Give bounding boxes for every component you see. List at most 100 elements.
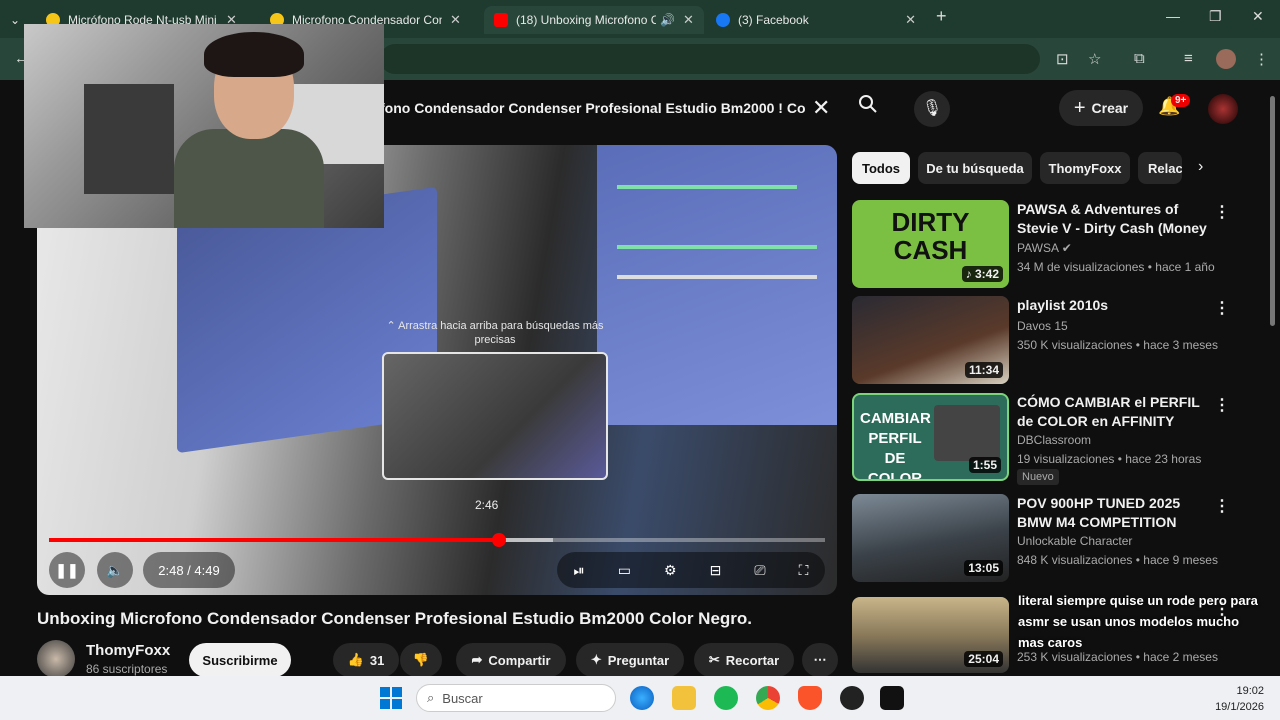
facebook-icon — [716, 13, 730, 27]
video-thumbnail[interactable]: DIRTY CASH ♪ 3:42 — [852, 200, 1009, 288]
cast-icon[interactable]: ⎚ — [754, 562, 765, 579]
scrubber-handle[interactable] — [492, 533, 507, 547]
close-icon[interactable]: ✕ — [683, 12, 694, 28]
more-options-icon[interactable]: ⋮ — [1214, 395, 1230, 415]
thumbnail-dialog-graphic — [934, 405, 1000, 461]
app-icon[interactable] — [840, 686, 864, 710]
search-input[interactable]: fono Condensador Condenser Profesional E… — [380, 100, 808, 116]
windows-logo-pane — [380, 687, 390, 697]
taskbar-search[interactable]: ⌕ Buscar — [416, 684, 616, 712]
video-thumbnail[interactable]: 25:04 — [852, 597, 1009, 673]
scrollbar-thumb[interactable] — [1270, 96, 1275, 326]
profile-avatar[interactable] — [1216, 49, 1236, 69]
video-title[interactable]: PAWSA & Adventures of Stevie V - Dirty C… — [1017, 200, 1217, 238]
more-options-icon[interactable]: ⋮ — [1214, 202, 1230, 222]
settings-gear-icon[interactable]: ⚙ — [664, 562, 677, 579]
recommended-video[interactable]: 13:05 POV 900HP TUNED 2025 BMW M4 COMPET… — [852, 494, 1252, 582]
bookmark-star-icon[interactable]: ☆ — [1088, 50, 1101, 68]
chip-thomyfoxx[interactable]: ThomyFoxx — [1040, 152, 1130, 184]
notifications-badge: 9+ — [1171, 94, 1191, 107]
share-button[interactable]: ➦ Compartir — [456, 643, 566, 677]
file-explorer-icon[interactable] — [672, 686, 696, 710]
pause-icon: ❚❚ — [55, 561, 79, 578]
clip-button[interactable]: ✂ Recortar — [694, 643, 794, 677]
channel-name[interactable]: DBClassroom — [1017, 433, 1091, 447]
tab-unboxing-video[interactable]: (18) Unboxing Microfono C 🔊 ✕ — [484, 6, 704, 34]
page-scrollbar[interactable] — [1268, 86, 1276, 670]
recommended-video[interactable]: DIRTY CASH ♪ 3:42 PAWSA & Adventures of … — [852, 200, 1252, 288]
channel-name[interactable]: ThomyFoxx — [86, 642, 170, 659]
extensions-icon[interactable]: ⧉ — [1134, 50, 1145, 67]
more-menu-icon[interactable]: ⋮ — [1254, 50, 1269, 68]
address-bar[interactable] — [380, 44, 1040, 74]
recommended-video[interactable]: 11:34 playlist 2010s Davos 15 350 K visu… — [852, 296, 1252, 384]
speaker-icon[interactable]: 🔊 — [660, 13, 675, 27]
video-title[interactable]: POV 900HP TUNED 2025 BMW M4 COMPETITION … — [1017, 494, 1217, 532]
mute-button[interactable]: 🔈 — [97, 552, 133, 588]
thumbnail-text: DIRTY CASH — [891, 207, 970, 265]
video-title[interactable]: CÓMO CAMBIAR el PERFIL de COLOR en AFFIN… — [1017, 393, 1217, 431]
duration-text: 3:42 — [974, 267, 999, 281]
video-thumbnail[interactable]: 13:05 — [852, 494, 1009, 582]
chip-relacionado[interactable]: Relac — [1138, 152, 1182, 184]
close-icon[interactable]: ✕ — [905, 12, 916, 28]
clear-search-icon[interactable]: ✕ — [812, 95, 830, 121]
install-app-icon[interactable]: ⊡ — [1056, 50, 1069, 68]
tiktok-icon[interactable] — [880, 686, 904, 710]
minimize-button[interactable]: — — [1166, 8, 1180, 24]
search-button[interactable] — [852, 92, 884, 124]
brave-icon[interactable] — [798, 686, 822, 710]
channel-avatar[interactable] — [37, 640, 75, 678]
channel-name[interactable]: PAWSA ✔ — [1017, 241, 1072, 255]
chrome-icon[interactable] — [756, 686, 780, 710]
plus-icon: + — [1073, 96, 1086, 119]
recommended-video[interactable]: CAMBIAR PERFIL DE COLOR 1:55 CÓMO CAMBIA… — [852, 393, 1252, 485]
tab-facebook[interactable]: (3) Facebook ✕ — [706, 6, 926, 34]
ask-label: Preguntar — [607, 652, 670, 668]
more-actions-button[interactable]: ⋯ — [802, 643, 838, 677]
chevron-right-icon[interactable]: › — [1198, 158, 1203, 176]
search-box[interactable]: fono Condensador Condenser Profesional E… — [380, 90, 840, 126]
media-controls-icon[interactable]: ≡ — [1184, 50, 1193, 67]
theater-mode-icon[interactable]: ⊟ — [710, 562, 722, 579]
new-tab-button[interactable]: + — [936, 6, 947, 27]
share-icon: ➦ — [471, 652, 483, 667]
dislike-button[interactable]: 👎 — [400, 643, 442, 677]
subscribe-button[interactable]: Suscribirme — [189, 643, 291, 677]
system-clock[interactable]: 19:02 19/1/2026 — [1196, 683, 1264, 715]
chip-todos[interactable]: Todos — [852, 152, 910, 184]
maximize-button[interactable]: ❐ — [1209, 8, 1222, 25]
close-window-button[interactable]: ✕ — [1252, 8, 1264, 25]
video-thumbnail[interactable]: CAMBIAR PERFIL DE COLOR 1:55 — [852, 393, 1009, 481]
ask-button[interactable]: ✦ Preguntar — [576, 643, 684, 677]
autoplay-toggle[interactable]: ⏯ — [574, 562, 585, 579]
progress-bar[interactable] — [49, 533, 825, 547]
pause-button[interactable]: ❚❚ — [49, 552, 85, 588]
channel-name[interactable]: Davos 15 — [1017, 319, 1068, 333]
account-avatar[interactable] — [1208, 94, 1238, 124]
like-button[interactable]: 👍 31 — [333, 643, 399, 677]
close-icon[interactable]: ✕ — [450, 12, 461, 28]
create-button[interactable]: + Crear — [1059, 90, 1143, 126]
video-title[interactable]: playlist 2010s — [1017, 296, 1217, 315]
subtitles-icon[interactable]: ▭ — [618, 562, 631, 579]
duration-badge: 13:05 — [964, 560, 1003, 576]
voice-search-button[interactable]: 🎙 — [914, 91, 950, 127]
edge-icon[interactable] — [630, 686, 654, 710]
windows-start-icon[interactable] — [380, 687, 402, 709]
more-options-icon[interactable]: ⋮ — [1214, 496, 1230, 516]
taskbar: ⌕ Buscar 19:02 19/1/2026 — [0, 676, 1280, 720]
clip-label: Recortar — [725, 652, 780, 668]
video-thumbnail[interactable]: 11:34 — [852, 296, 1009, 384]
fullscreen-icon[interactable]: ⛶ — [799, 562, 809, 579]
chat-overlay-comment: literal siempre quise un rode pero para … — [1018, 590, 1268, 653]
seek-preview-time: 2:46 — [475, 498, 499, 512]
video-frame-meter — [617, 275, 817, 279]
webcam-person-hair — [204, 32, 304, 77]
channel-name[interactable]: Unlockable Character — [1017, 534, 1132, 548]
chip-de-tu-busqueda[interactable]: De tu búsqueda — [918, 152, 1032, 184]
spotify-icon[interactable] — [714, 686, 738, 710]
played-bar — [49, 538, 500, 542]
more-options-icon[interactable]: ⋮ — [1214, 298, 1230, 318]
clock-date: 19/1/2026 — [1215, 701, 1264, 713]
